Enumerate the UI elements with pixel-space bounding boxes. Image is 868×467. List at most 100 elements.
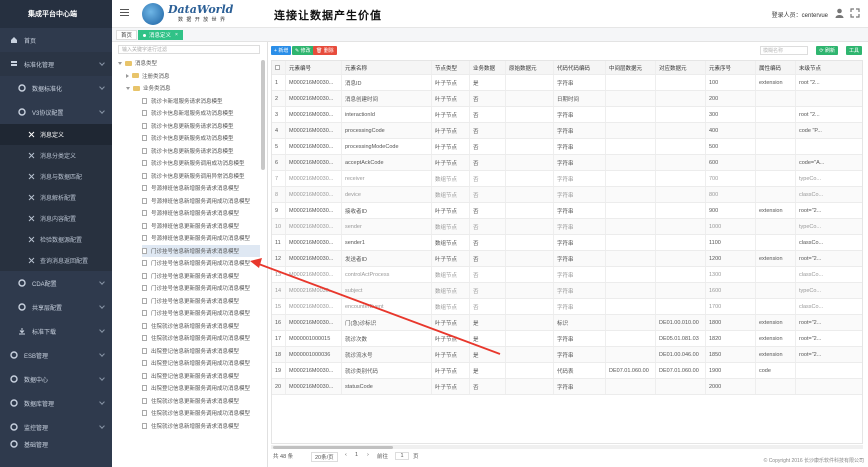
tree-leaf[interactable]: 号源排班信息更新服务请求消息模型 (142, 220, 239, 232)
table-row[interactable]: 9 M000216M0030... 接收者ID 叶子节点否 字符串 900 extensio… (272, 203, 862, 219)
expand-toggle-icon[interactable] (126, 86, 130, 90)
table-row[interactable]: 1 M000216M0030... 消息ID 叶子节点是 字符串 100 extension… (272, 75, 862, 91)
username[interactable]: centervue (802, 13, 828, 19)
user-icon[interactable] (835, 8, 844, 18)
table-cell: DE07.01.060.00 (656, 363, 706, 378)
table-row[interactable]: 4 M000216M0030... processingCode 叶子节点否 字符串 40… (272, 123, 862, 139)
sidebar-item-data-standard[interactable]: 数据标准化 (0, 76, 112, 100)
sidebar-item-data-center[interactable]: 数据中心 (0, 367, 112, 391)
select-all-checkbox[interactable] (275, 65, 280, 70)
table-row[interactable]: 14 M000216M0030... subject 数组节点否 字符串 1600 type… (272, 283, 862, 299)
page-size-select[interactable]: 20条/页 (311, 452, 338, 462)
table-row[interactable]: 12 M000216M0030... 发送者ID 叶子节点否 字符串 1200 extens… (272, 251, 862, 267)
sidebar-item-v3-config[interactable]: V3协议配置 (0, 100, 112, 124)
tab-home[interactable]: 首页 (116, 30, 138, 40)
tree-folder[interactable]: 业务类消息 (126, 82, 171, 94)
expand-toggle-icon[interactable] (126, 73, 129, 78)
sidebar-item-db[interactable]: 数据库管理 (0, 391, 112, 415)
tree-folder[interactable]: 注册类消息 (126, 70, 170, 82)
sidebar-sub-query-return[interactable]: 查询消息返回配置 (0, 250, 112, 271)
tree-leaf[interactable]: 门诊挂号信息更新服务请求消息模型 (142, 295, 239, 307)
grid-search-input[interactable]: 模糊名称 (760, 46, 808, 55)
tree-leaf[interactable]: 就诊卡信息更新服务成功消息模型 (142, 132, 234, 144)
table-row[interactable]: 13 M000216M0030... controlActProcess 数组节点否 字… (272, 267, 862, 283)
tree-leaf[interactable]: 号源排班信息更新服务调用成功消息模型 (142, 232, 250, 244)
sidebar-item-cda[interactable]: CDA配置 (0, 271, 112, 295)
expand-toggle-icon[interactable] (118, 61, 122, 65)
table-cell: 否 (470, 155, 506, 170)
tree-leaf[interactable]: 就诊卡新增服务请求消息模型 (142, 95, 223, 107)
tree-leaf[interactable]: 住院就诊信息更新服务调用成功消息模型 (142, 407, 250, 419)
table-row[interactable]: 19 M000216M0030... 就诊类别代码 叶子节点是代码表 DE07.01.0… (272, 363, 862, 379)
tree-leaf[interactable]: 出院登记信息新增服务请求消息模型 (142, 345, 239, 357)
tree-leaf[interactable]: 就诊卡信息更新服务调用成功消息模型 (142, 157, 245, 169)
tree-leaf[interactable]: 就诊卡信息更新服务请求消息模型 (142, 145, 234, 157)
sidebar-sub-message-category[interactable]: 消息分类定义 (0, 145, 112, 166)
refresh-button[interactable]: ⟳ 刷新 (816, 46, 838, 55)
sidebar-item-home[interactable]: 首页 (0, 28, 112, 52)
tree-leaf[interactable]: 门诊挂号信息更新服务调用成功消息模型 (142, 307, 250, 319)
tree-leaf[interactable]: 住院就诊信息新增服务调用成功消息模型 (142, 332, 250, 344)
current-page[interactable]: 1 (355, 452, 358, 458)
prev-page-icon[interactable]: ‹ (345, 452, 347, 458)
tree-leaf[interactable]: 住院就诊信息新增服务请求消息模型 (142, 420, 239, 432)
tree-scrollbar[interactable] (261, 60, 265, 170)
tree-leaf[interactable]: 出院登记信息更新服务请求消息模型 (142, 370, 239, 382)
tree-filter-input[interactable]: 输入关键字进行过滤 (118, 45, 260, 54)
sidebar-sub-message-def[interactable]: 消息定义 (0, 124, 112, 145)
tree-leaf[interactable]: 号源排班信息新增服务调用成功消息模型 (142, 195, 250, 207)
tree-leaf[interactable]: 住院就诊信息新增服务请求消息模型 (142, 320, 239, 332)
tab-message-def[interactable]: 消息定义 × (138, 30, 183, 40)
menu-toggle-icon[interactable] (120, 9, 129, 17)
table-cell: 叶子节点 (432, 363, 470, 378)
sidebar-item-standard[interactable]: 标准化管理 (0, 52, 112, 76)
table-cell (606, 283, 656, 298)
table-row[interactable]: 2 M000216M0030... 消息创建时间 叶子节点否 日期时间 200 (272, 91, 862, 107)
tree-node-label: 出院登记信息新增服务请求消息模型 (151, 348, 240, 355)
sidebar-sub-inspect-source[interactable]: 检验数据源配置 (0, 229, 112, 250)
table-row[interactable]: 10 M000216M0030... sender 数组节点否 字符串 1000 typeC… (272, 219, 862, 235)
tree-leaf[interactable]: 号源排班信息新增服务请求消息模型 (142, 207, 239, 219)
tree-leaf[interactable]: 门诊挂号信息更新服务调用成功消息模型 (142, 282, 250, 294)
tool-button[interactable]: 工具 (845, 46, 862, 55)
edit-button[interactable]: ✎ 修改 (292, 46, 314, 55)
close-icon[interactable]: × (175, 32, 178, 38)
sidebar-item-share[interactable]: 共享层配置 (0, 295, 112, 319)
table-row[interactable]: 16 M000216M0030... 门(急)诊标识 叶子节点是 标识 DE01.00.0… (272, 315, 862, 331)
table-row[interactable]: 11 M000216M0030... sender1 数组节点否 字符串 1100 clas… (272, 235, 862, 251)
sidebar-item-base[interactable]: 基础管理 (0, 439, 112, 449)
tree-leaf[interactable]: 出院登记信息新增服务调用成功消息模型 (142, 357, 250, 369)
tree-leaf[interactable]: 就诊卡信息更新服务调用异常消息模型 (142, 170, 245, 182)
tree-leaf[interactable]: 门诊挂号信息新增服务调用成功消息模型 (142, 257, 250, 269)
table-row[interactable]: 20 M000216M0030... statusCode 叶子节点否 字符串 2000 (272, 379, 862, 395)
table-row[interactable]: 8 M000216M0030... device 数组节点否 字符串 800 classCo… (272, 187, 862, 203)
document-icon (142, 122, 147, 129)
add-button[interactable]: + 新增 (271, 46, 292, 55)
goto-page-input[interactable]: 1 (395, 452, 409, 460)
sidebar-sub-message-parse[interactable]: 消息解析配置 (0, 187, 112, 208)
table-row[interactable]: 18 M000001000036 就诊流水号 叶子节点是 字符串 DE01.00.046.… (272, 347, 862, 363)
tree-leaf[interactable]: 就诊卡信息新增服务成功消息模型 (142, 107, 234, 119)
table-row[interactable]: 15 M000216M0030... encounterEvent 数组节点否 字符串 1… (272, 299, 862, 315)
fullscreen-icon[interactable] (850, 8, 860, 18)
table-row[interactable]: 17 M000001000015 就诊次数 叶子节点是 字符串 DE05.01.081.0… (272, 331, 862, 347)
tree-leaf[interactable]: 出院登记信息更新服务调用成功消息模型 (142, 382, 250, 394)
tree-leaf[interactable]: 门诊挂号信息新增服务请求消息模型 (142, 244, 260, 257)
tree-leaf[interactable]: 住院就诊信息更新服务请求消息模型 (142, 395, 239, 407)
table-row[interactable]: 5 M000216M0030... processingModeCode 叶子节点否 字… (272, 139, 862, 155)
tree-folder[interactable]: 消息类型 (118, 57, 157, 69)
sidebar-item-esb[interactable]: ESB管理 (0, 343, 112, 367)
table-row[interactable]: 7 M000216M0030... receiver 数组节点否 字符串 700 typeC… (272, 171, 862, 187)
tree-leaf[interactable]: 就诊卡信息更新服务请求消息模型 (142, 120, 234, 132)
delete-button[interactable]: 🗑 删除 (313, 46, 337, 55)
next-page-icon[interactable]: › (367, 452, 369, 458)
tree-leaf[interactable]: 门诊挂号信息更新服务请求消息模型 (142, 270, 239, 282)
sidebar-sub-message-match[interactable]: 消息与数据匹配 (0, 166, 112, 187)
table-row[interactable]: 6 M000216M0030... acceptAckCode 叶子节点否 字符串 600… (272, 155, 862, 171)
sidebar-item-monitor[interactable]: 监控管理 (0, 415, 112, 439)
table-row[interactable]: 3 M000216M0030... interactionId 叶子节点否 字符串 300… (272, 107, 862, 123)
sidebar-item-download[interactable]: 标准下载 (0, 319, 112, 343)
grid-horizontal-scrollbar[interactable] (271, 445, 863, 449)
sidebar-sub-message-content[interactable]: 消息内容配置 (0, 208, 112, 229)
tree-leaf[interactable]: 号源排班信息新增服务请求消息模型 (142, 182, 239, 194)
